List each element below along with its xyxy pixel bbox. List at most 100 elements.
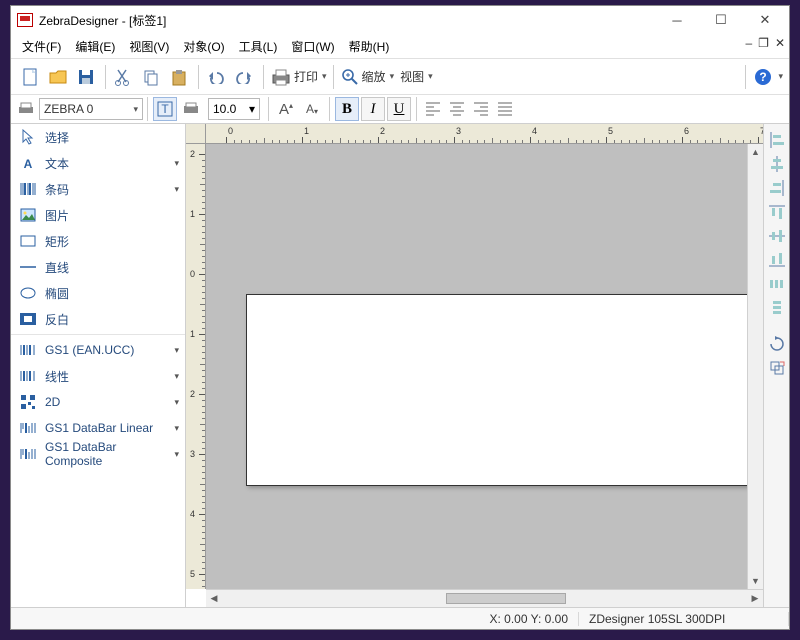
font-size-combo[interactable]: 10.0 ▾ <box>208 98 260 120</box>
window-title: ZebraDesigner - [标签1] <box>39 12 655 29</box>
copy-button[interactable] <box>138 64 164 90</box>
tool-text[interactable]: A文本▾ <box>11 150 185 176</box>
chevron-down-icon: ▾ <box>428 71 433 82</box>
new-button[interactable] <box>17 64 43 90</box>
ruler-corner <box>186 124 206 144</box>
system-font-toggle[interactable]: T <box>153 97 177 121</box>
underline-button[interactable]: U <box>387 97 411 121</box>
group-linear[interactable]: 线性▾ <box>11 363 185 389</box>
save-button[interactable] <box>73 64 99 90</box>
scroll-down-icon[interactable]: ▼ <box>748 573 763 589</box>
maximize-button[interactable]: ☐ <box>699 7 743 33</box>
invert-icon <box>19 311 37 327</box>
printer-combo[interactable]: ZEBRA 0 ▾ <box>39 98 143 120</box>
view-dropdown[interactable]: 视图 ▾ <box>396 64 435 90</box>
zoom-dropdown[interactable]: 缩放 ▾ <box>338 64 397 90</box>
align-left-button[interactable] <box>422 98 444 120</box>
svg-text:?: ? <box>760 70 767 84</box>
group-gs1[interactable]: GS1 (EAN.UCC)▾ <box>11 337 185 363</box>
tool-image[interactable]: 图片 <box>11 202 185 228</box>
toolbox-sidebar: 选择 A文本▾ 条码▾ 图片 矩形 直线 椭圆 反白 GS1 (EAN.UCC)… <box>11 124 186 607</box>
menu-object[interactable]: 对象(O) <box>176 36 231 57</box>
help-chevron-icon[interactable]: ▾ <box>778 71 783 82</box>
decrease-font-button[interactable]: A▾ <box>300 97 324 121</box>
svg-text:A: A <box>24 157 33 171</box>
group-databar-linear[interactable]: GS1 DataBar Linear▾ <box>11 415 185 441</box>
group-2d[interactable]: 2D▾ <box>11 389 185 415</box>
horizontal-ruler[interactable]: 012345678 <box>206 124 763 144</box>
label-page[interactable] <box>246 294 756 486</box>
canvas-area: 012345678 21012345 ▲ ▼ ◀ ▶ <box>186 124 763 607</box>
close-button[interactable]: ✕ <box>743 7 787 33</box>
qr-icon <box>19 394 37 410</box>
minimize-button[interactable]: ─ <box>655 7 699 33</box>
align-center-v[interactable] <box>767 154 787 174</box>
mdi-minimize[interactable]: – <box>745 36 752 50</box>
chevron-down-icon: ▾ <box>322 71 327 82</box>
menubar: 文件(F) 编辑(E) 视图(V) 对象(O) 工具(L) 窗口(W) 帮助(H… <box>11 34 789 58</box>
tool-select[interactable]: 选择 <box>11 124 185 150</box>
barcode-icon <box>19 342 37 358</box>
redo-button[interactable] <box>231 64 257 90</box>
tool-barcode[interactable]: 条码▾ <box>11 176 185 202</box>
chevron-down-icon: ▾ <box>174 397 179 408</box>
scroll-left-icon[interactable]: ◀ <box>206 590 222 607</box>
text-icon: A <box>19 155 37 171</box>
align-center-button[interactable] <box>446 98 468 120</box>
vertical-scrollbar[interactable]: ▲ ▼ <box>747 144 763 589</box>
rotate-button[interactable] <box>767 334 787 354</box>
distribute-h[interactable] <box>767 274 787 294</box>
canvas[interactable]: ▲ ▼ <box>206 144 763 589</box>
printer-font-toggle[interactable] <box>179 97 203 121</box>
cut-button[interactable] <box>110 64 136 90</box>
align-right-edges[interactable] <box>767 178 787 198</box>
distribute-v[interactable] <box>767 298 787 318</box>
align-justify-button[interactable] <box>494 98 516 120</box>
group-databar-composite[interactable]: GS1 DataBar Composite▾ <box>11 441 185 467</box>
menu-view[interactable]: 视图(V) <box>122 36 176 57</box>
chevron-down-icon: ▾ <box>174 423 179 434</box>
help-button[interactable]: ? <box>750 64 776 90</box>
paste-button[interactable] <box>166 64 192 90</box>
align-toolbar <box>763 124 789 607</box>
bold-button[interactable]: B <box>335 97 359 121</box>
align-middle-h[interactable] <box>767 226 787 246</box>
open-button[interactable] <box>45 64 71 90</box>
align-top-edges[interactable] <box>767 202 787 222</box>
horizontal-scrollbar[interactable]: ◀ ▶ <box>206 589 763 607</box>
vertical-ruler[interactable]: 21012345 <box>186 144 206 589</box>
menu-edit[interactable]: 编辑(E) <box>68 36 122 57</box>
svg-text:T: T <box>161 102 169 116</box>
align-right-button[interactable] <box>470 98 492 120</box>
print-dropdown[interactable]: 打印 ▾ <box>268 64 329 90</box>
align-left-edges[interactable] <box>767 130 787 150</box>
chevron-down-icon: ▾ <box>390 71 395 82</box>
window-controls: ─ ☐ ✕ <box>655 7 787 33</box>
mdi-restore[interactable]: ❐ <box>758 36 769 50</box>
titlebar: ZebraDesigner - [标签1] ─ ☐ ✕ <box>11 6 789 34</box>
printer-small-icon <box>17 101 35 117</box>
menu-window[interactable]: 窗口(W) <box>284 36 341 57</box>
tool-ellipse[interactable]: 椭圆 <box>11 280 185 306</box>
mdi-close[interactable]: ✕ <box>775 36 785 50</box>
menu-file[interactable]: 文件(F) <box>15 36 68 57</box>
undo-button[interactable] <box>203 64 229 90</box>
menu-help[interactable]: 帮助(H) <box>342 36 397 57</box>
group-button[interactable] <box>767 358 787 378</box>
scroll-right-icon[interactable]: ▶ <box>747 590 763 607</box>
ellipse-icon <box>19 285 37 301</box>
align-bottom-edges[interactable] <box>767 250 787 270</box>
menu-tools[interactable]: 工具(L) <box>232 36 285 57</box>
chevron-down-icon: ▾ <box>174 158 179 169</box>
scroll-thumb[interactable] <box>446 593 566 604</box>
italic-button[interactable]: I <box>361 97 385 121</box>
printer-icon <box>270 67 292 87</box>
increase-font-button[interactable]: A▴ <box>274 97 298 121</box>
tool-rect[interactable]: 矩形 <box>11 228 185 254</box>
scroll-up-icon[interactable]: ▲ <box>748 144 763 160</box>
tool-line[interactable]: 直线 <box>11 254 185 280</box>
databar-icon <box>19 446 37 462</box>
tool-invert[interactable]: 反白 <box>11 306 185 332</box>
barcode-icon <box>19 181 37 197</box>
chevron-down-icon: ▾ <box>249 102 255 116</box>
